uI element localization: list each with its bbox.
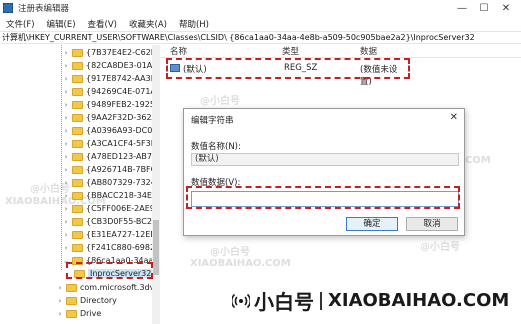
window-title: 注册表编辑器 — [18, 4, 70, 14]
folder-icon — [72, 48, 83, 57]
folder-icon — [72, 165, 83, 174]
highlight-value-data — [186, 186, 460, 209]
tree-item[interactable]: ›{CB3D0F55-BC2C-40 — [62, 215, 159, 228]
tree-item[interactable]: › {A0396A93-DC06-4 — [62, 124, 159, 137]
broadcast-wave-icon — [232, 293, 250, 308]
tree-item[interactable]: ›{917E8742-AA3B-79 — [62, 72, 159, 85]
folder-icon — [72, 152, 83, 161]
expand-chevron-icon[interactable]: › — [56, 310, 64, 318]
menu-edit[interactable]: 编辑(E) — [47, 18, 76, 30]
close-button[interactable]: ✕ — [495, 3, 517, 14]
folder-icon — [72, 87, 83, 96]
expand-chevron-icon[interactable]: › — [62, 153, 70, 161]
watermark-text: @小白号 — [30, 184, 70, 195]
tree-item[interactable]: ›{9AA2F32D-362A-42 — [62, 111, 159, 124]
tree-item[interactable]: ›{E31EA727-12ED-47 — [62, 228, 159, 241]
menu-bar: 文件(F) 编辑(E) 查看(V) 收藏夹(A) 帮助(H) — [0, 16, 521, 31]
expand-chevron-icon[interactable]: › — [62, 244, 70, 252]
folder-icon — [72, 61, 83, 70]
tree-item[interactable]: ›{7B37E4E2-C62F-49 — [62, 46, 159, 59]
tree-item[interactable]: ›com.microsoft.3dviewe — [56, 281, 159, 294]
expand-chevron-icon[interactable]: › — [62, 127, 70, 135]
highlight-selected-key — [66, 262, 153, 279]
folder-icon — [72, 126, 83, 135]
edit-string-dialog: 编辑字符串 ✕ 数值名称(N): (默认) 数值数据(V): 确定 取消 — [183, 108, 465, 236]
expand-chevron-icon[interactable]: › — [62, 166, 70, 174]
tree-item[interactable]: ›{F241C880-6982-4C — [62, 241, 159, 254]
folder-icon — [66, 283, 77, 292]
menu-file[interactable]: 文件(F) — [6, 18, 35, 30]
expand-chevron-icon[interactable]: › — [56, 297, 64, 305]
tree-scrollbar[interactable] — [152, 45, 160, 324]
minimize-button[interactable]: — — [451, 3, 473, 14]
tree-item[interactable]: ›{94269C4E-071A-41 — [62, 85, 159, 98]
registry-path[interactable]: 计算机\HKEY_CURRENT_USER\SOFTWARE\Classes\C… — [2, 32, 475, 43]
column-name[interactable]: 名称 — [170, 45, 187, 57]
brand-separator — [320, 291, 322, 310]
maximize-button[interactable]: ☐ — [473, 3, 495, 14]
folder-icon — [66, 309, 77, 318]
expand-chevron-icon[interactable]: › — [62, 88, 70, 96]
expand-chevron-icon[interactable]: › — [62, 101, 70, 109]
column-data[interactable]: 数据 — [360, 45, 377, 57]
folder-icon — [72, 178, 83, 187]
cancel-button[interactable]: 取消 — [406, 217, 458, 231]
value-name-label: 数值名称(N): — [191, 142, 241, 152]
brand-name-cn: 小白号 — [254, 290, 314, 314]
expand-chevron-icon[interactable]: › — [62, 231, 70, 239]
tree-item[interactable]: ›{A3CA1CF4-5F3E-4A — [62, 137, 159, 150]
watermark-text: XIAOBAIHAO.COM — [5, 196, 106, 207]
watermark-text: @小白号 — [420, 242, 460, 253]
highlight-default-value — [166, 58, 410, 79]
watermark-text: XIAOBAIHAO.COM — [190, 258, 291, 269]
ok-button[interactable]: 确定 — [346, 217, 398, 231]
tree-item[interactable]: ›{AB807329-7324-43 — [62, 176, 159, 189]
tree-item[interactable]: ›{A926714B-7BFC-4E — [62, 163, 159, 176]
folder-icon — [72, 243, 83, 252]
address-bar[interactable]: 计算机\HKEY_CURRENT_USER\SOFTWARE\Classes\C… — [0, 31, 521, 44]
watermark-text: @小白号 — [210, 247, 250, 258]
column-type[interactable]: 类型 — [282, 45, 299, 57]
tree-item[interactable]: › {82CA8DE3-01AD-4 — [62, 59, 159, 72]
folder-icon — [72, 113, 83, 122]
regedit-app-icon — [3, 3, 13, 13]
menu-view[interactable]: 查看(V) — [88, 18, 117, 30]
expand-chevron-icon[interactable]: › — [62, 218, 70, 226]
tree-item[interactable]: ›{A78ED123-AB77-40 — [62, 150, 159, 163]
dialog-close-button[interactable]: ✕ — [450, 112, 458, 123]
folder-icon — [72, 139, 83, 148]
menu-help[interactable]: 帮助(H) — [179, 18, 209, 30]
tree-scrollbar-thumb[interactable] — [153, 220, 159, 275]
expand-chevron-icon[interactable]: › — [62, 140, 70, 148]
window-controls: — ☐ ✕ — [451, 0, 517, 16]
brand-footer: 小白号 XIAOBAIHAO.COM — [232, 286, 509, 315]
folder-icon — [72, 230, 83, 239]
tree-item[interactable]: › Directory — [56, 294, 117, 307]
expand-chevron-icon[interactable]: › — [62, 114, 70, 122]
menu-favorites[interactable]: 收藏夹(A) — [129, 18, 167, 30]
expand-chevron-icon[interactable]: › — [62, 49, 70, 57]
folder-icon — [72, 74, 83, 83]
tree-item[interactable]: ›{9489FEB2-1925-4D — [62, 98, 159, 111]
dialog-title: 编辑字符串 — [191, 116, 234, 126]
value-name-field: (默认) — [191, 153, 459, 166]
watermark-text: @小白号 — [200, 96, 240, 107]
tree-item[interactable]: › Drive — [56, 307, 102, 320]
value-list-header: 名称 类型 数据 — [160, 45, 521, 58]
title-bar: 注册表编辑器 — ☐ ✕ — [0, 0, 521, 16]
expand-chevron-icon[interactable]: › — [56, 284, 64, 292]
brand-name-en: XIAOBAIHAO.COM — [328, 290, 510, 311]
expand-chevron-icon[interactable]: › — [62, 75, 70, 83]
folder-icon — [66, 296, 77, 305]
expand-chevron-icon[interactable]: › — [62, 62, 70, 70]
folder-icon — [72, 217, 83, 226]
folder-icon — [72, 100, 83, 109]
registry-tree: ›{7B37E4E2-C62F-49 ›{82CA8DE3-01AD-4 ›{9… — [0, 45, 160, 324]
